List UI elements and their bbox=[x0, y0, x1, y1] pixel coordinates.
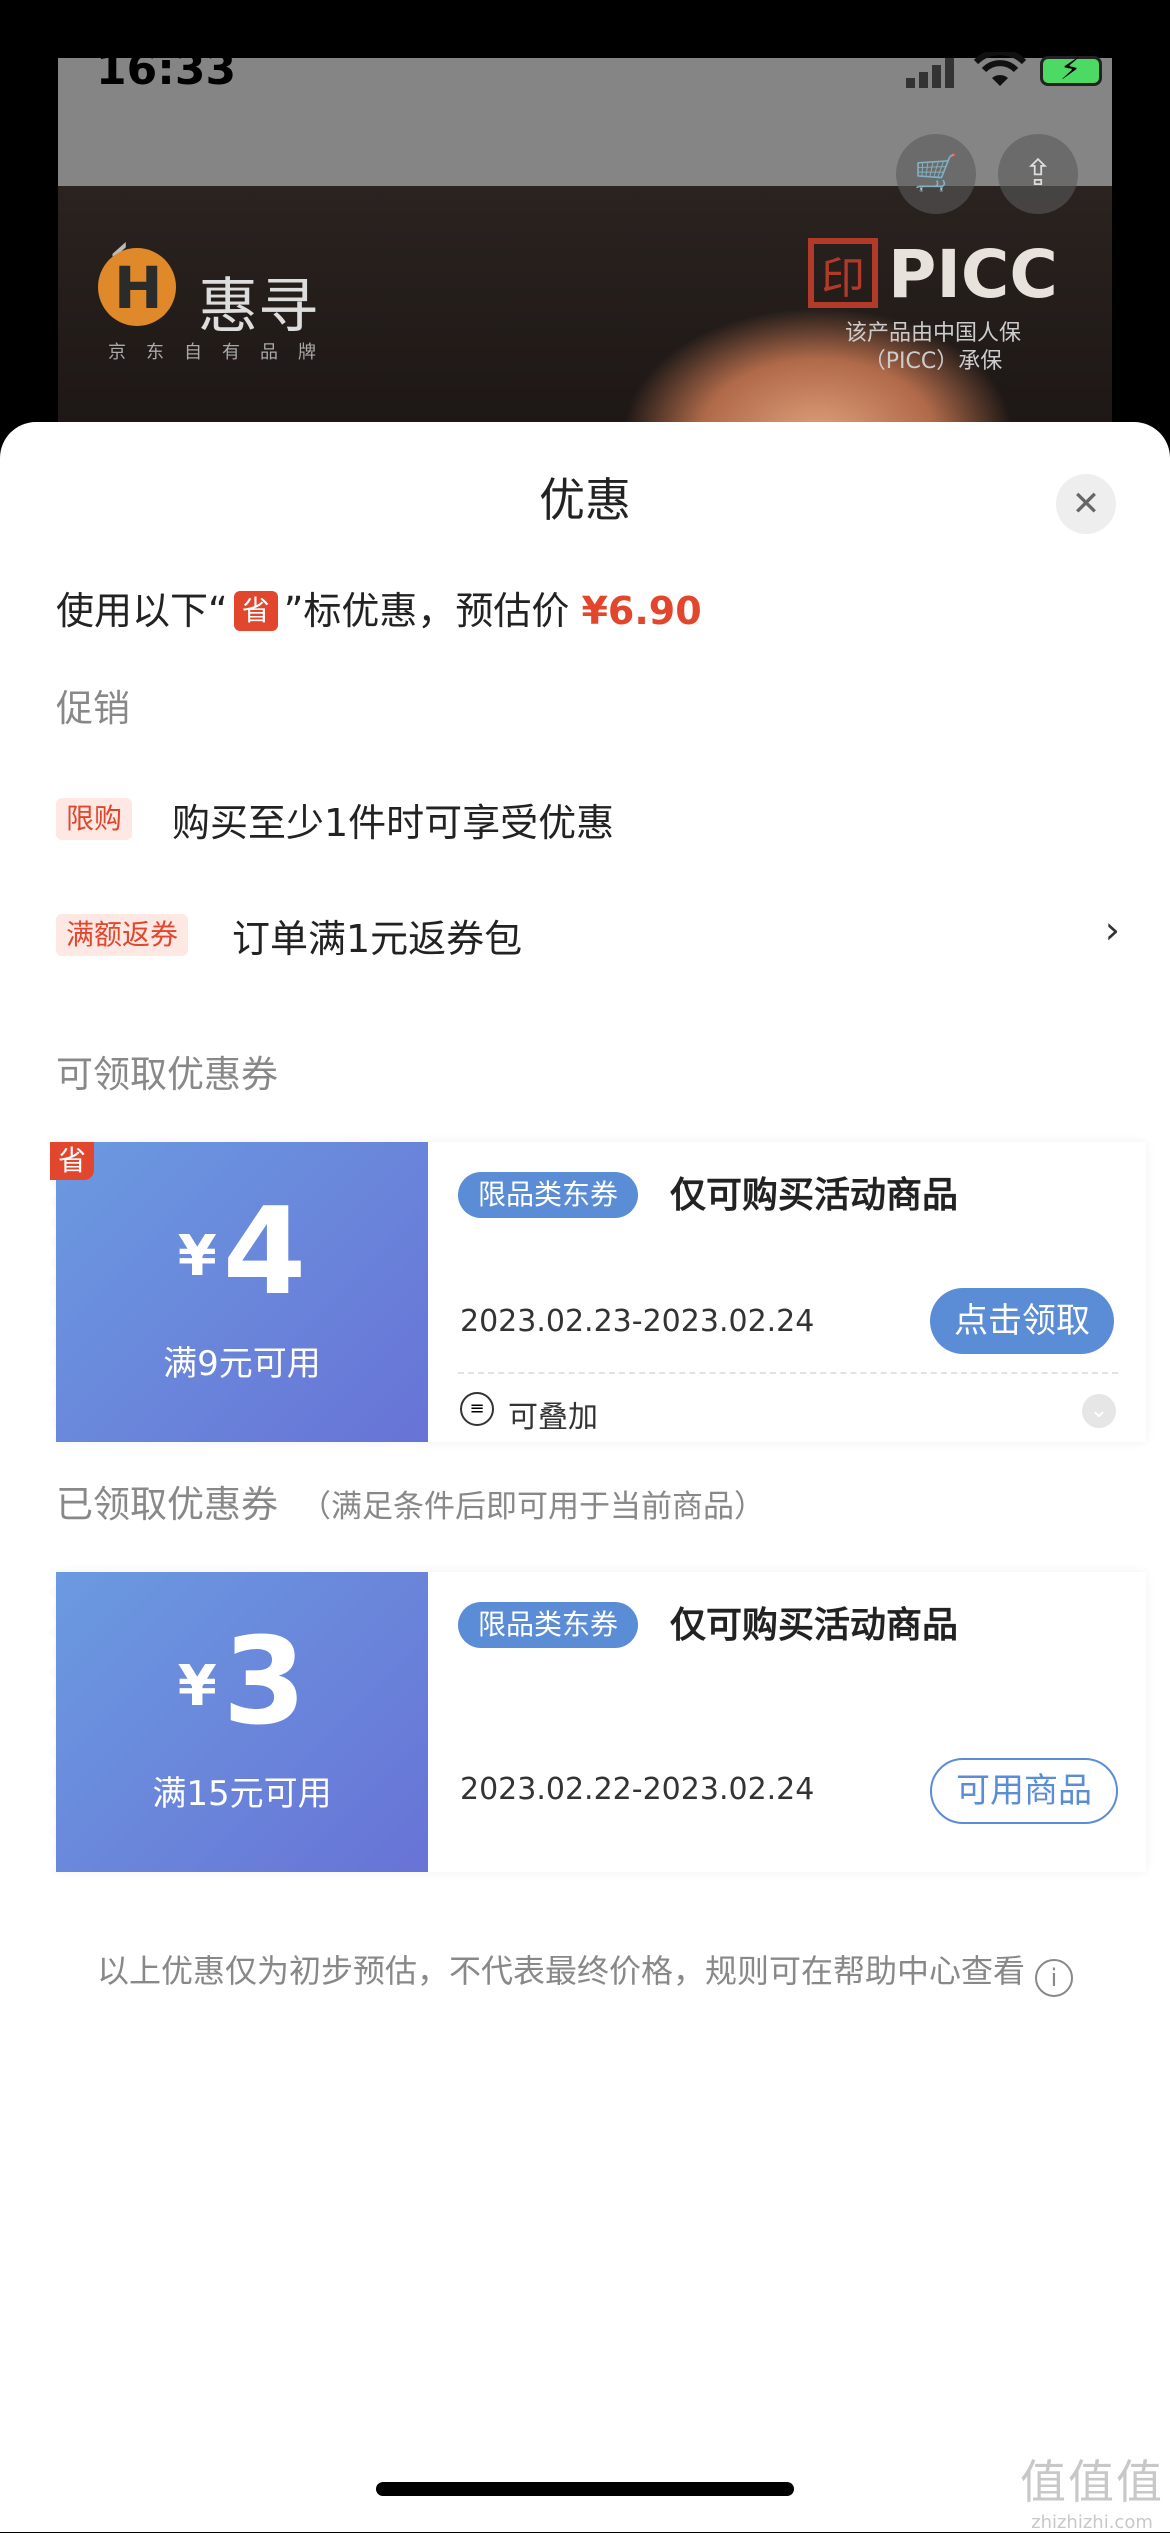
info-icon[interactable]: i bbox=[1035, 1959, 1073, 1997]
received-coupons-note: （满足条件后即可用于当前商品） bbox=[300, 1489, 765, 1525]
coupon-condition: 满15元可用 bbox=[152, 1774, 332, 1814]
brand-logo-letter: H bbox=[114, 254, 163, 322]
coupon-amount-value: 3 bbox=[222, 1613, 307, 1752]
estimate-prefix: 使用以下“ bbox=[56, 589, 228, 633]
coupon-amount: ¥4 bbox=[56, 1188, 428, 1322]
promo-tag: 限购 bbox=[56, 798, 133, 840]
promo-item-coupon-pack[interactable]: 满额返券 订单满1元返券包 › bbox=[56, 904, 1120, 964]
coupon-card-available: ¥4 满9元可用 省 限品类东券 仅可购买活动商品 2023.02.23-202… bbox=[48, 1142, 1146, 1442]
applicable-products-button[interactable]: 可用商品 bbox=[930, 1758, 1118, 1824]
estimate-suffix: ”标优惠，预估价 bbox=[283, 589, 570, 633]
picc-seal-icon: 印 bbox=[808, 238, 878, 308]
promo-text: 购买至少1件时可享受优惠 bbox=[172, 801, 615, 845]
coupon-value-panel: ¥3 满15元可用 bbox=[48, 1572, 428, 1872]
coupon-type-chip: 限品类东券 bbox=[458, 1172, 639, 1218]
cart-icon[interactable]: 🛒 bbox=[896, 134, 976, 214]
available-coupons-label: 可领取优惠券 bbox=[56, 1053, 278, 1096]
claim-coupon-button[interactable]: 点击领取 bbox=[930, 1288, 1114, 1354]
picc-note-line-2: （PICC）承保 bbox=[863, 349, 1003, 374]
coupon-date-range: 2023.02.22-2023.02.24 bbox=[460, 1772, 815, 1807]
disclaimer: 以上优惠仅为初步预估，不代表最终价格，规则可在帮助中心查看 i bbox=[0, 1946, 1170, 1997]
yen-symbol: ¥ bbox=[177, 1654, 217, 1719]
discount-sheet: 优惠 ✕ 使用以下“ 省 ”标优惠，预估价 ¥6.90 促销 限购 购买至少1件时可… bbox=[0, 422, 1170, 2532]
picc-note-line-1: 该产品由中国人保 bbox=[844, 321, 1021, 346]
save-corner-tag: 省 bbox=[50, 1142, 95, 1180]
stackable-label: 可叠加 bbox=[508, 1400, 598, 1435]
charging-bolt-icon: ⚡ bbox=[1060, 52, 1082, 87]
coupon-description: 仅可购买活动商品 bbox=[670, 1175, 959, 1216]
stack-icon: ≡ bbox=[460, 1392, 494, 1426]
received-coupons-label: 已领取优惠券 bbox=[56, 1483, 278, 1526]
coupon-card-received: ¥3 满15元可用 限品类东券 仅可购买活动商品 2023.02.22-2023… bbox=[48, 1572, 1146, 1872]
promo-tag: 满额返券 bbox=[56, 914, 189, 956]
cellular-signal-icon bbox=[906, 58, 954, 88]
watermark-logo: 值值值 bbox=[1020, 2455, 1164, 2509]
coupon-date-range: 2023.02.23-2023.02.24 bbox=[460, 1304, 815, 1339]
price-estimate: 使用以下“ 省 ”标优惠，预估价 ¥6.90 bbox=[56, 580, 702, 635]
status-time: 16:33 bbox=[96, 44, 237, 95]
coupon-type-chip: 限品类东券 bbox=[458, 1602, 639, 1648]
background-product-page: ‹ H 惠寻 京东自有品牌 🛒 ⇪ 印 PICC 该产品由中国人保 （PICC）… bbox=[58, 58, 1112, 458]
watermark-url: zhizhizhi.com bbox=[1031, 2512, 1153, 2533]
coupon-amount: ¥3 bbox=[56, 1618, 428, 1752]
picc-note: 该产品由中国人保 （PICC）承保 bbox=[813, 320, 1053, 376]
estimated-price: ¥6.90 bbox=[581, 589, 702, 633]
coupon-condition: 满9元可用 bbox=[163, 1344, 321, 1384]
coupon-description: 仅可购买活动商品 bbox=[670, 1605, 959, 1646]
sheet-title: 优惠 bbox=[539, 473, 631, 527]
chevron-right-icon[interactable]: › bbox=[1105, 908, 1120, 952]
coupon-amount-value: 4 bbox=[222, 1183, 307, 1322]
coupon-value-panel: ¥4 满9元可用 bbox=[48, 1142, 428, 1442]
promo-item-limit: 限购 购买至少1件时可享受优惠 bbox=[56, 788, 1120, 848]
coupon-divider bbox=[458, 1372, 1118, 1374]
picc-brand: PICC bbox=[888, 236, 1058, 313]
save-tag: 省 bbox=[233, 591, 278, 631]
brand-logo-text: 惠寻 bbox=[198, 272, 318, 342]
received-coupons-heading: 已领取优惠券 （满足条件后即可用于当前商品） bbox=[56, 1474, 765, 1528]
promo-text: 订单满1元返券包 bbox=[232, 917, 523, 961]
brand-logo-subtitle: 京东自有品牌 bbox=[108, 342, 336, 363]
yen-symbol: ¥ bbox=[177, 1224, 217, 1289]
close-icon[interactable]: ✕ bbox=[1056, 474, 1116, 534]
home-indicator[interactable] bbox=[376, 2482, 794, 2496]
wifi-icon bbox=[974, 52, 1026, 86]
promotions-label: 促销 bbox=[56, 687, 130, 730]
share-icon[interactable]: ⇪ bbox=[998, 134, 1078, 214]
disclaimer-text: 以上优惠仅为初步预估，不代表最终价格，规则可在帮助中心查看 bbox=[96, 1952, 1025, 1990]
watermark: 值值值 zhizhizhi.com bbox=[1020, 2446, 1164, 2533]
chevron-down-icon[interactable]: ⌄ bbox=[1082, 1394, 1116, 1428]
